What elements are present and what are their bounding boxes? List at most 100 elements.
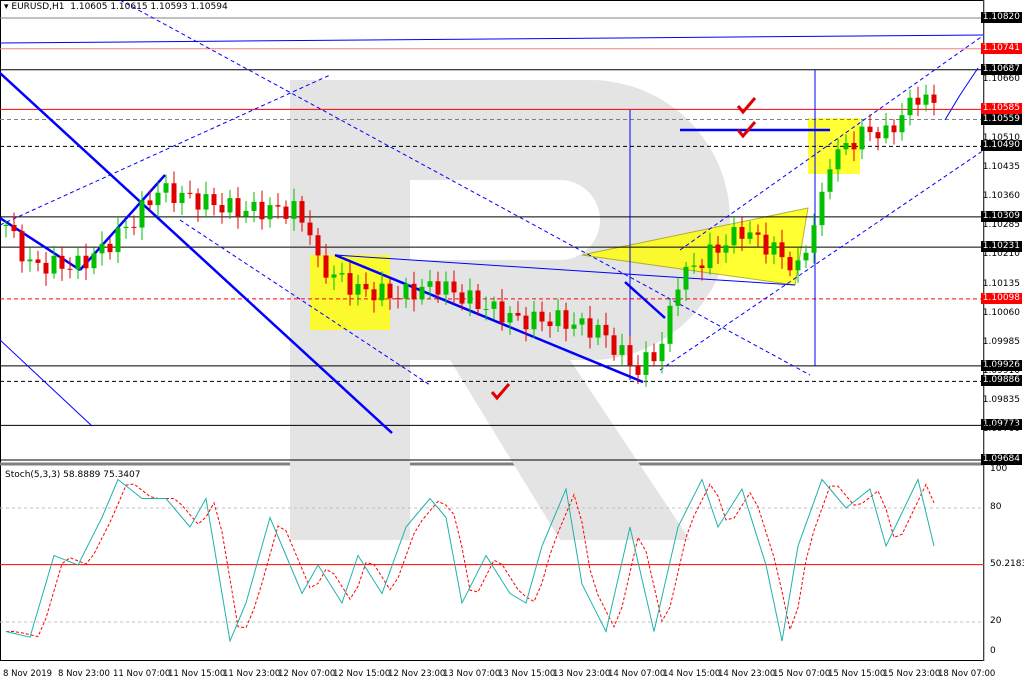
candle-body: [531, 311, 537, 330]
candle-body: [267, 205, 273, 220]
candle-body: [915, 97, 921, 105]
stoch-level-label: 100: [990, 464, 1008, 474]
candle-body: [315, 235, 321, 256]
candle-body: [595, 324, 601, 338]
price-tick: 1.09910: [982, 366, 1020, 377]
candle-body: [763, 234, 769, 255]
time-tick: 13 Nov 23:00: [553, 669, 611, 679]
candle-body: [227, 198, 233, 213]
candle-body: [619, 345, 625, 355]
candle-body: [795, 260, 801, 271]
price-level-label: 1.10741: [980, 42, 1022, 54]
stoch-level-label: 0: [990, 646, 996, 656]
price-tick: 1.09835: [982, 395, 1020, 406]
time-tick: 14 Nov 23:00: [718, 669, 776, 679]
candle-body: [83, 255, 89, 269]
candle-body: [307, 222, 313, 236]
candle-body: [675, 289, 681, 306]
candle-body: [131, 226, 137, 228]
candle-body: [147, 200, 153, 206]
candle-body: [739, 227, 745, 239]
candle-body: [195, 193, 201, 210]
time-tick: 8 Nov 23:00: [58, 669, 110, 679]
candle-body: [755, 232, 761, 235]
candle-body: [651, 352, 657, 362]
candle-body: [515, 312, 521, 316]
candle-body: [243, 210, 249, 217]
candle-body: [635, 365, 641, 375]
time-tick: 14 Nov 15:00: [663, 669, 721, 679]
time-tick: 12 Nov 23:00: [388, 669, 446, 679]
time-tick: 13 Nov 07:00: [443, 669, 501, 679]
candle-body: [507, 312, 513, 323]
candle-body: [211, 194, 217, 206]
chart-canvas[interactable]: [0, 0, 1024, 683]
candle-body: [667, 305, 673, 344]
price-tick: 1.10285: [982, 220, 1020, 231]
candle-body: [483, 308, 489, 310]
price-level-label: 1.10098: [980, 292, 1022, 304]
candle-body: [643, 352, 649, 375]
candle-body: [275, 205, 281, 207]
candle-body: [235, 198, 241, 217]
time-tick: 11 Nov 23:00: [223, 669, 281, 679]
candle-body: [339, 273, 345, 275]
time-tick: 11 Nov 07:00: [113, 669, 171, 679]
candle-body: [899, 115, 905, 133]
candle-body: [251, 201, 257, 211]
candle-body: [459, 292, 465, 304]
candle-body: [187, 192, 193, 194]
price-tick: 1.09760: [982, 424, 1020, 435]
candle-body: [3, 224, 9, 226]
stoch-label: Stoch(5,3,3) 58.8889 75.3407: [5, 470, 141, 480]
stoch-d-line: [6, 483, 935, 638]
candle-body: [747, 232, 753, 239]
candle-body: [843, 142, 849, 150]
candle-body: [499, 301, 505, 323]
symbol-label: EURUSD,H1: [11, 2, 65, 12]
candle-body: [203, 194, 209, 210]
candle-body: [139, 200, 145, 228]
candle-body: [875, 132, 881, 139]
candle-body: [355, 283, 361, 295]
candle-body: [331, 274, 337, 278]
candle-body: [43, 262, 49, 274]
candle-body: [91, 253, 97, 269]
candle-body: [931, 94, 937, 103]
candle-body: [395, 298, 401, 300]
stoch-level-label: 80: [990, 502, 1002, 512]
candle-body: [571, 324, 577, 329]
time-tick: 11 Nov 15:00: [168, 669, 226, 679]
candle-body: [347, 273, 353, 295]
time-tick: 15 Nov 07:00: [773, 669, 831, 679]
price-tick: 1.10135: [982, 278, 1020, 289]
candle-body: [779, 242, 785, 258]
candle-body: [835, 149, 841, 170]
price-tick: 1.09985: [982, 336, 1020, 347]
candle-body: [715, 244, 721, 253]
candle-body: [723, 245, 729, 253]
candle-body: [891, 125, 897, 133]
candle-body: [59, 255, 65, 269]
candle-body: [435, 281, 441, 295]
candle-body: [627, 345, 633, 366]
price-level-label: 1.10559: [980, 113, 1022, 125]
stoch-level-label: 20: [990, 616, 1002, 626]
candle-body: [811, 225, 817, 253]
candle-body: [707, 244, 713, 268]
candle-body: [19, 231, 25, 262]
candle-body: [411, 283, 417, 300]
candle-body: [387, 283, 393, 299]
candle-body: [283, 206, 289, 219]
candle-body: [419, 286, 425, 300]
candle-body: [155, 192, 161, 206]
price-tick: 1.10660: [982, 74, 1020, 85]
candle-body: [587, 318, 593, 338]
candle-body: [683, 266, 689, 290]
candle-body: [691, 265, 697, 267]
candle-body: [291, 201, 297, 219]
chart-header: ▾ EURUSD,H1 1.10605 1.10615 1.10593 1.10…: [4, 2, 228, 12]
candle-body: [827, 169, 833, 192]
candle-body: [75, 255, 81, 270]
candle-body: [563, 310, 569, 329]
